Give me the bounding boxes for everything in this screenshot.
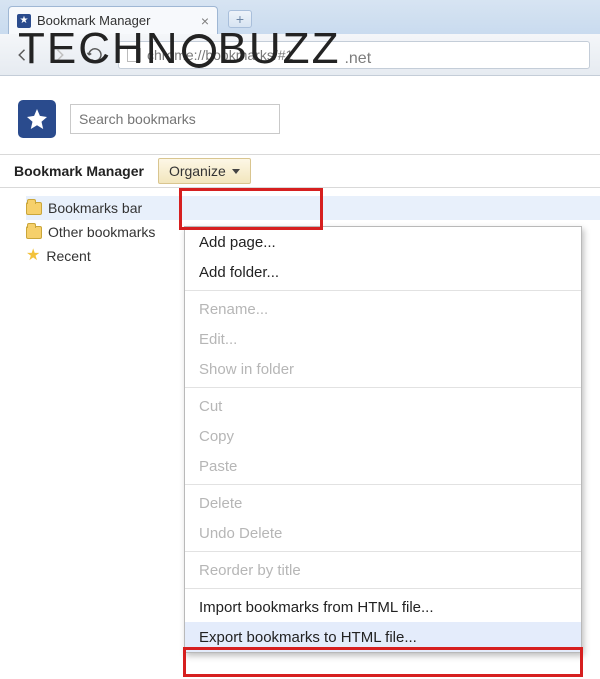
menu-separator	[185, 551, 581, 552]
bookmarks-app-icon	[18, 100, 56, 138]
menu-separator	[185, 290, 581, 291]
chevron-down-icon	[232, 169, 240, 174]
arrow-left-icon	[14, 46, 32, 64]
menu-item[interactable]: Export bookmarks to HTML file...	[185, 622, 581, 652]
page-icon	[127, 48, 141, 62]
arrow-right-icon	[50, 46, 68, 64]
subheader: Bookmark Manager Organize	[0, 154, 600, 188]
organize-menu: Add page...Add folder... Rename...Edit...…	[184, 226, 582, 653]
new-tab-button[interactable]: +	[228, 10, 252, 28]
menu-item: Rename...	[185, 294, 581, 324]
menu-item: Cut	[185, 391, 581, 421]
star-icon	[25, 107, 49, 131]
menu-item: Undo Delete	[185, 518, 581, 548]
bookmark-star-icon	[17, 14, 31, 28]
page-header	[0, 76, 600, 154]
tree-item-label: Bookmarks bar	[48, 200, 142, 216]
search-input[interactable]	[70, 104, 280, 134]
organize-button[interactable]: Organize	[158, 158, 251, 184]
menu-item: Show in folder	[185, 354, 581, 384]
menu-item[interactable]: Import bookmarks from HTML file...	[185, 592, 581, 622]
browser-toolbar: chrome://bookmarks/#1	[0, 34, 600, 76]
menu-item[interactable]: Add folder...	[185, 257, 581, 287]
tree-item[interactable]: Bookmarks bar	[26, 196, 600, 220]
tree-item-label: Other bookmarks	[48, 224, 155, 240]
organize-label: Organize	[169, 163, 226, 179]
menu-item: Reorder by title	[185, 555, 581, 585]
menu-item: Copy	[185, 421, 581, 451]
tab-title: Bookmark Manager	[37, 13, 150, 28]
menu-item: Delete	[185, 488, 581, 518]
folder-icon	[26, 202, 42, 215]
forward-button[interactable]	[46, 42, 72, 68]
url-text: chrome://bookmarks/#1	[147, 47, 293, 63]
reload-icon	[86, 46, 104, 64]
folder-icon	[26, 226, 42, 239]
menu-separator	[185, 484, 581, 485]
reload-button[interactable]	[82, 42, 108, 68]
page-title: Bookmark Manager	[14, 163, 144, 179]
menu-item[interactable]: Add page...	[185, 227, 581, 257]
tree-item-label: Recent	[46, 248, 90, 264]
star-icon: ★	[26, 248, 40, 264]
browser-tab[interactable]: Bookmark Manager ×	[8, 6, 218, 34]
menu-item: Paste	[185, 451, 581, 481]
back-button[interactable]	[10, 42, 36, 68]
tab-strip: Bookmark Manager × +	[0, 0, 600, 34]
address-bar[interactable]: chrome://bookmarks/#1	[118, 41, 590, 69]
menu-separator	[185, 588, 581, 589]
menu-item: Edit...	[185, 324, 581, 354]
close-icon[interactable]: ×	[201, 13, 209, 29]
menu-separator	[185, 387, 581, 388]
